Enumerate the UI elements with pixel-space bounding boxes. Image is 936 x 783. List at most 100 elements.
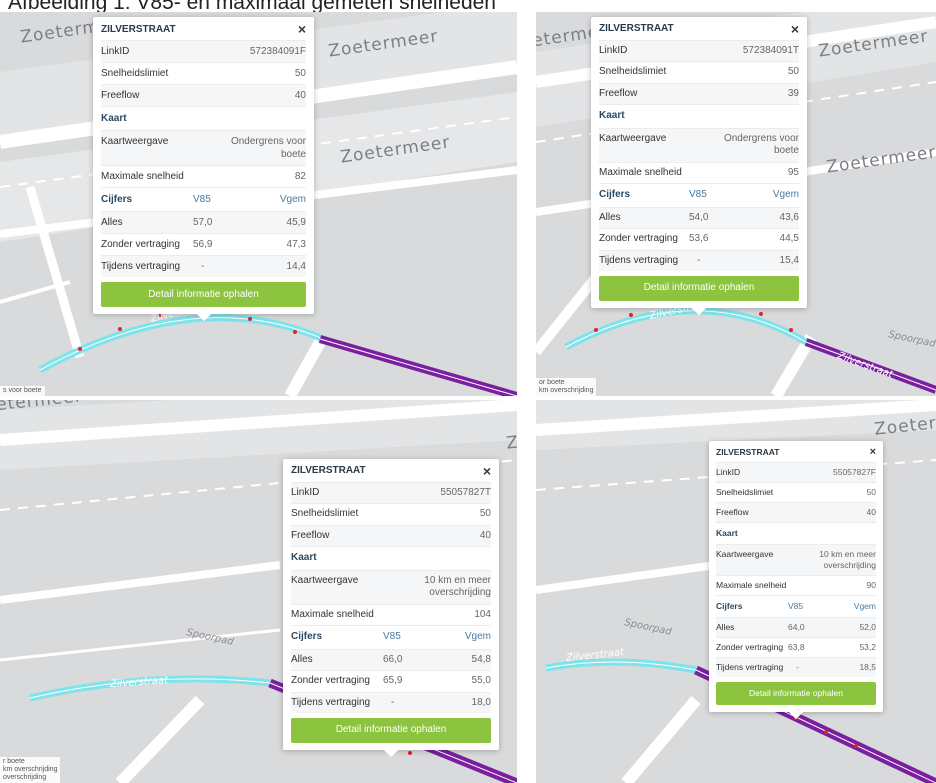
map-panel-bottom-left[interactable]: Zoetermeer Zoetermeer Spoorpad Zilverstr… (0, 400, 517, 783)
section-heading: Kaart (291, 546, 491, 570)
row-value: 104 (474, 608, 491, 620)
popup-title: ZILVERSTRAAT (716, 447, 780, 457)
row-label: Maximale snelheid (716, 580, 787, 590)
stats-cell: 43,6 (779, 211, 799, 223)
row-label: Kaartweergave (599, 132, 667, 144)
row-label: LinkID (101, 46, 130, 57)
close-icon[interactable]: × (870, 447, 876, 458)
row-label: Maximale snelheid (101, 171, 184, 182)
stats-cell: 18,0 (471, 696, 491, 708)
row-value: 90 (866, 580, 876, 590)
row-label: Snelheidslimiet (101, 68, 169, 79)
map-legend: or boete km overschrijding (536, 378, 597, 396)
stats-cell: Alles (716, 622, 735, 632)
stats-cell: Zonder vertraging (716, 642, 784, 652)
row-label: LinkID (599, 44, 628, 56)
popup-title: ZILVERSTRAAT (599, 23, 674, 34)
stats-cell: 52,0 (859, 622, 876, 632)
stats-cell: 15,4 (779, 254, 799, 266)
stats-cell: 45,9 (286, 217, 306, 228)
stats-cell: Tijdens vertraging (716, 662, 784, 672)
row-label: LinkID (716, 467, 741, 477)
legend-line: overschrijding (3, 774, 47, 781)
map-panel-top-right[interactable]: Zoetermeer Zoetermeer Zoetermeer Zilvers… (536, 12, 936, 396)
stats-cell: 54,8 (471, 653, 491, 665)
stats-cell: - (796, 662, 799, 672)
row-value: 40 (479, 529, 491, 541)
popup-title: ZILVERSTRAAT (291, 465, 366, 476)
stats-cell: Tijdens vertraging (291, 696, 371, 708)
row-label: Freeflow (716, 507, 749, 517)
stats-cell: 63,8 (788, 642, 805, 652)
row-value: 95 (787, 166, 799, 178)
stats-cell: 56,9 (193, 239, 213, 250)
section-heading: Kaart (101, 106, 306, 130)
stats-cell: 47,3 (286, 239, 306, 250)
stats-cell: 53,6 (689, 233, 709, 244)
row-label: Kaartweergave (101, 136, 169, 147)
link-info-popup: ZILVERSTRAAT × LinkID 572384091T Snelheid… (591, 17, 807, 315)
stats-header-cell: Cijfers (101, 194, 133, 205)
stats-cell: 54,0 (689, 211, 709, 223)
stats-cell: Zonder vertraging (101, 239, 180, 250)
detail-info-button[interactable]: Detail informatie ophalen (599, 276, 799, 301)
popup-title: ZILVERSTRAAT (101, 24, 176, 35)
stats-header-cell: V85 (193, 194, 211, 205)
stats-cell: Alles (599, 211, 621, 223)
legend-line: or boete (539, 379, 565, 386)
section-heading: Kaart (599, 104, 799, 128)
detail-info-button[interactable]: Detail informatie ophalen (101, 282, 306, 307)
stats-header-cell: V85 (689, 189, 707, 200)
stats-header-cell: Cijfers (716, 601, 743, 611)
stats-cell: 18,5 (859, 662, 876, 672)
map-panel-top-left[interactable]: Zoetermeer Zoetermeer Zoetermeer Zilvers… (0, 12, 517, 396)
row-value: 39 (787, 87, 799, 99)
stats-cell: 44,5 (779, 233, 799, 244)
row-label: Kaartweergave (716, 549, 774, 559)
stats-cell: - (201, 261, 205, 272)
map-legend: r boete km overschrijding overschrijding (0, 757, 61, 783)
close-icon[interactable]: × (791, 22, 799, 35)
stats-cell: - (697, 254, 701, 266)
row-value: Ondergrens voor boete (723, 132, 799, 157)
row-value: 572384091F (249, 46, 306, 57)
row-label: Maximale snelheid (291, 608, 374, 620)
stats-cell: 57,0 (193, 217, 213, 228)
row-label: Kaartweergave (291, 574, 359, 586)
row-value: 40 (294, 90, 306, 101)
close-icon[interactable]: × (298, 22, 306, 36)
detail-info-button[interactable]: Detail informatie ophalen (291, 718, 491, 743)
stats-cell: 66,0 (383, 653, 403, 665)
link-info-popup: ZILVERSTRAAT × LinkID 55057827F Snelheids… (709, 441, 883, 720)
legend-line: km overschrijding (3, 766, 58, 773)
legend-line: r boete (3, 758, 25, 765)
map-legend: s voor boete (0, 386, 45, 396)
row-label: Snelheidslimiet (291, 508, 359, 519)
row-value: 10 km en meer overschrijding (424, 574, 491, 599)
row-label: Snelheidslimiet (716, 487, 774, 497)
stats-cell: Tijdens vertraging (599, 254, 679, 266)
row-value: 50 (787, 66, 799, 77)
legend-line: s voor boete (3, 387, 42, 394)
row-value: 55057827T (440, 486, 491, 498)
detail-info-button[interactable]: Detail informatie ophalen (716, 682, 876, 705)
stats-header-cell: Cijfers (599, 189, 631, 200)
stats-header-cell: V85 (788, 601, 804, 611)
link-info-popup: ZILVERSTRAAT × LinkID 572384091F Snelheid… (93, 17, 314, 322)
row-value: 82 (294, 171, 306, 182)
row-value: 572384091T (742, 44, 799, 56)
stats-cell: Alles (101, 217, 123, 228)
stats-header-cell: Vgem (464, 631, 491, 642)
stats-header-cell: Vgem (853, 601, 876, 611)
section-heading: Kaart (716, 522, 876, 544)
stats-header-cell: V85 (383, 631, 401, 642)
row-label: LinkID (291, 486, 320, 498)
close-icon[interactable]: × (483, 464, 491, 477)
row-value: 50 (866, 487, 876, 497)
stats-header-cell: Cijfers (291, 631, 323, 642)
row-value: 55057827F (832, 467, 876, 477)
row-value: 50 (479, 508, 491, 519)
map-panel-bottom-right[interactable]: Zoetermeer Spoorpad Zilverstraat ZILVERS… (536, 400, 936, 783)
stats-cell: 65,9 (383, 675, 403, 686)
stats-header-cell: Vgem (772, 189, 799, 200)
